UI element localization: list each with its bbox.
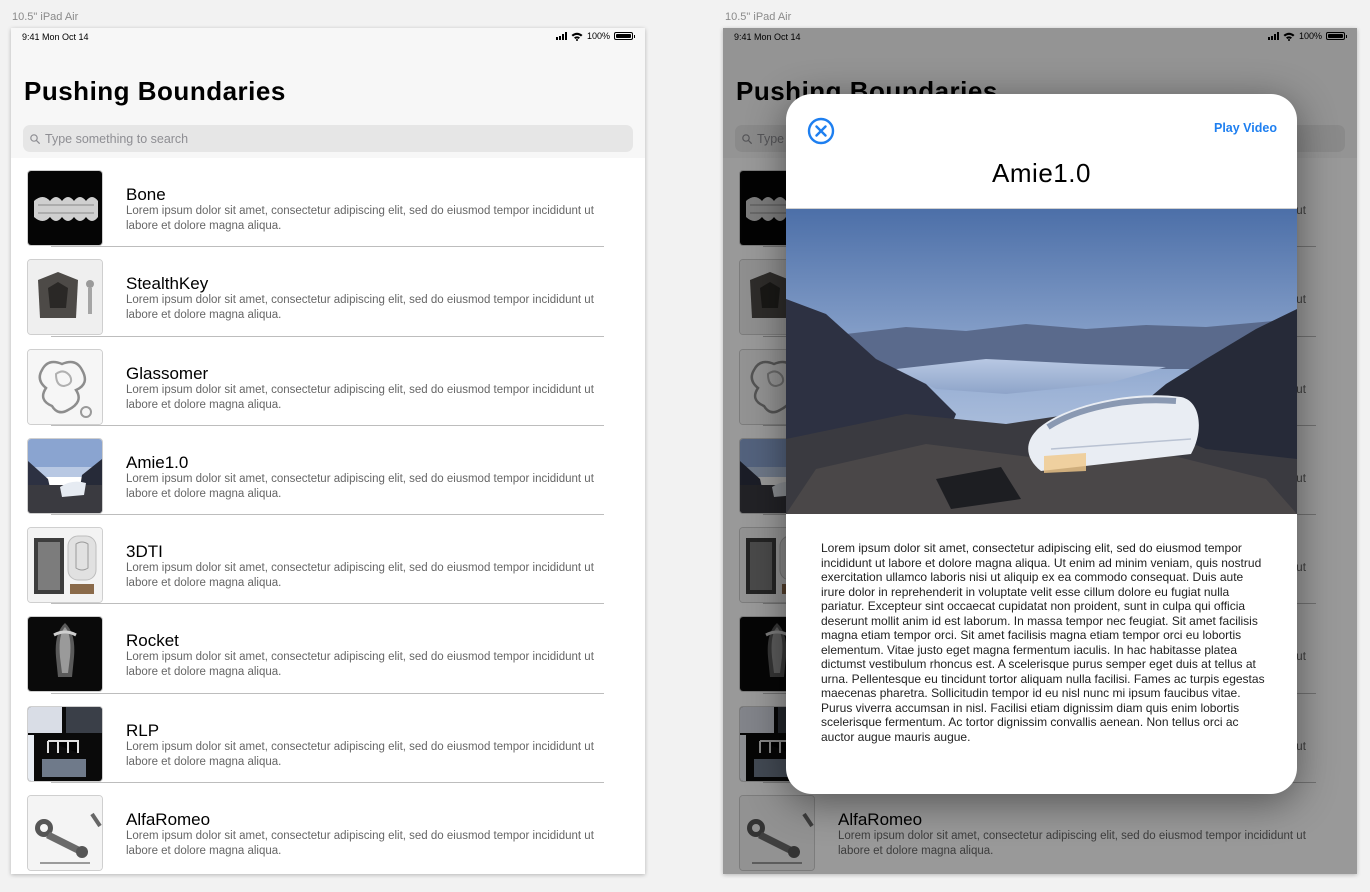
battery-fill — [616, 34, 631, 38]
list-item[interactable]: 3DTILorem ipsum dolor sit amet, consecte… — [11, 515, 645, 605]
item-description: Lorem ipsum dolor sit amet, consectetur … — [126, 294, 594, 322]
item-thumbnail — [27, 259, 103, 336]
list-item[interactable]: RocketLorem ipsum dolor sit amet, consec… — [11, 604, 645, 694]
modal-title: Amie1.0 — [992, 158, 1091, 188]
item-thumbnail — [27, 795, 103, 872]
wifi-icon — [571, 32, 583, 41]
item-thumbnail — [27, 527, 103, 604]
list-item[interactable]: BoneLorem ipsum dolor sit amet, consecte… — [11, 158, 645, 248]
item-title: Amie1.0 — [126, 452, 189, 472]
close-icon[interactable] — [807, 117, 835, 145]
item-thumbnail — [27, 348, 103, 425]
item-thumbnail — [27, 170, 103, 246]
item-title: Bone — [126, 185, 166, 204]
item-title: Rocket — [126, 631, 179, 651]
battery-icon — [614, 32, 635, 40]
item-title: AlfaRomeo — [126, 810, 211, 830]
search-input[interactable]: Type something to search — [23, 125, 633, 152]
item-description: Lorem ipsum dolor sit amet, consectetur … — [126, 472, 594, 500]
modal-description: Lorem ipsum dolor sit amet, consectetur … — [821, 541, 1265, 744]
item-title: StealthKey — [126, 274, 209, 294]
battery-percent: 100% — [586, 31, 610, 41]
item-title: RLP — [126, 720, 160, 740]
item-description: Lorem ipsum dolor sit amet, consectetur … — [126, 740, 594, 768]
device-label-right: 10.5" iPad Air — [725, 11, 792, 23]
item-thumbnail — [27, 616, 103, 693]
list-item[interactable]: AlfaRomeo Lorem ipsum dolor sit amet, con… — [11, 783, 645, 872]
list-item[interactable]: GlassomerLorem ipsum dolor sit amet, con… — [11, 337, 645, 426]
item-thumbnail — [27, 437, 103, 514]
ipad-screen-list: Pushing Boundaries Type something to sear… — [11, 28, 645, 874]
item-title: Glassomer — [126, 363, 209, 383]
list-item[interactable]: RLPLorem ipsum dolor sit amet, consectet… — [11, 694, 645, 784]
play-video-button[interactable]: Play Video — [1214, 121, 1277, 135]
item-title: 3DTI — [126, 542, 163, 562]
item-description: Lorem ipsum dolor sit amet, consectetur … — [126, 830, 594, 858]
status-bar: 9:41 Mon Oct 14 100% — [11, 28, 645, 48]
device-label-left: 10.5" iPad Air — [12, 11, 79, 23]
hero-image — [786, 209, 1297, 514]
search-placeholder: Type something to search — [45, 131, 189, 146]
item-list: BoneLorem ipsum dolor sit amet, consecte… — [11, 158, 645, 872]
item-thumbnail — [27, 705, 103, 782]
page-title: Pushing Boundaries — [24, 76, 286, 106]
status-time: 9:41 Mon Oct 14 — [22, 32, 89, 42]
item-description: Lorem ipsum dolor sit amet, consectetur … — [126, 205, 594, 232]
list-item[interactable]: StealthKeyLorem ipsum dolor sit amet, co… — [11, 247, 645, 337]
item-description: Lorem ipsum dolor sit amet, consectetur … — [126, 562, 594, 590]
signal-icon — [555, 32, 567, 40]
list-item[interactable]: Amie1.0Lorem ipsum dolor sit amet, conse… — [11, 426, 645, 516]
item-description: Lorem ipsum dolor sit amet, consectetur … — [126, 383, 594, 411]
detail-modal: Play Video Amie1.0 Lorem ipsum dolor sit… — [786, 94, 1297, 794]
item-description: Lorem ipsum dolor sit amet, consectetur … — [126, 651, 594, 679]
search-icon — [30, 133, 40, 144]
